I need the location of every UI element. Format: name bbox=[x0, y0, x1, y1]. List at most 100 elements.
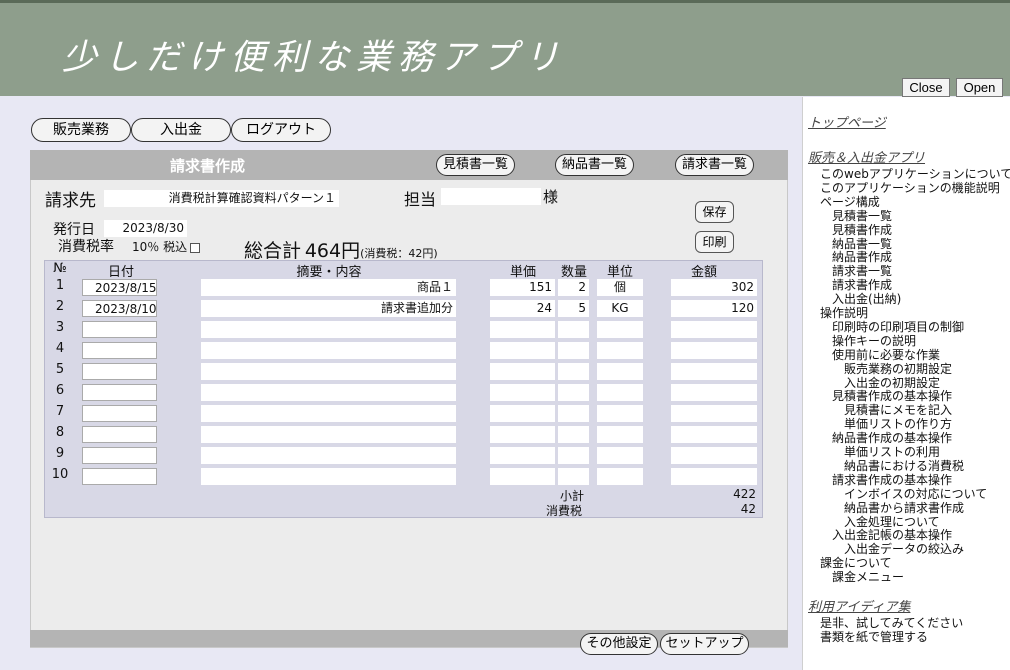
unit-input[interactable] bbox=[597, 384, 643, 401]
app-title: 少しだけ便利な業務アプリ bbox=[62, 38, 567, 78]
unit-input[interactable]: KG bbox=[597, 300, 643, 317]
quantity-input[interactable]: 2 bbox=[558, 279, 589, 296]
date-input[interactable] bbox=[82, 384, 157, 401]
save-button[interactable]: 保存 bbox=[695, 201, 734, 223]
unit-input[interactable] bbox=[597, 447, 643, 464]
date-input[interactable] bbox=[82, 426, 157, 443]
unit-price-input[interactable] bbox=[490, 426, 555, 443]
staff-input[interactable] bbox=[441, 188, 541, 205]
unit-price-input[interactable] bbox=[490, 447, 555, 464]
staff-label: 担当 bbox=[404, 190, 437, 209]
amount-input[interactable] bbox=[671, 447, 757, 464]
description-input[interactable]: 商品１ bbox=[201, 279, 456, 296]
row-number: 3 bbox=[55, 320, 65, 335]
delivery-list-button[interactable]: 納品書一覧 bbox=[555, 154, 634, 176]
date-input[interactable] bbox=[82, 405, 157, 422]
col-header-quantity: 数量 bbox=[560, 265, 587, 280]
unit-price-input[interactable] bbox=[490, 384, 555, 401]
row-number: 6 bbox=[55, 383, 65, 398]
description-input[interactable] bbox=[201, 384, 456, 401]
app-header: 少しだけ便利な業務アプリ bbox=[0, 0, 1010, 96]
unit-input[interactable] bbox=[597, 405, 643, 422]
other-settings-button[interactable]: その他設定 bbox=[580, 633, 658, 655]
description-input[interactable] bbox=[201, 447, 456, 464]
unit-price-input[interactable]: 151 bbox=[490, 279, 555, 296]
payments-button[interactable]: 入出金 bbox=[131, 118, 231, 142]
date-input[interactable] bbox=[82, 321, 157, 338]
quantity-input[interactable] bbox=[558, 342, 589, 359]
quantity-input[interactable] bbox=[558, 405, 589, 422]
tax-rate-text: 10％ 税込 bbox=[132, 240, 188, 254]
sidebar-link[interactable]: 課金メニュー bbox=[832, 568, 904, 585]
amount-input[interactable] bbox=[671, 384, 757, 401]
date-input[interactable] bbox=[82, 363, 157, 380]
unit-input[interactable] bbox=[597, 321, 643, 338]
date-input[interactable] bbox=[82, 468, 157, 485]
logout-button[interactable]: ログアウト bbox=[231, 118, 331, 142]
col-header-amount: 金額 bbox=[690, 265, 717, 280]
open-button[interactable]: Open bbox=[956, 78, 1003, 97]
description-input[interactable] bbox=[201, 342, 456, 359]
quantity-input[interactable] bbox=[558, 384, 589, 401]
row-number: 2 bbox=[55, 299, 65, 314]
unit-input[interactable] bbox=[597, 468, 643, 485]
sales-button[interactable]: 販売業務 bbox=[31, 118, 131, 142]
sidebar-section-ideas[interactable]: 利用アイディア集 bbox=[808, 596, 910, 615]
unit-price-input[interactable] bbox=[490, 321, 555, 338]
recipient-input[interactable]: 消費税計算確認資料パターン１ bbox=[104, 190, 339, 207]
unit-price-input[interactable] bbox=[490, 468, 555, 485]
unit-input[interactable]: 個 bbox=[597, 279, 643, 296]
unit-price-input[interactable] bbox=[490, 405, 555, 422]
estimate-list-button[interactable]: 見積書一覧 bbox=[436, 154, 515, 176]
sidebar-link[interactable]: 書類を紙で管理する bbox=[820, 628, 928, 645]
col-header-unit: 単位 bbox=[606, 265, 633, 280]
quantity-input[interactable] bbox=[558, 468, 589, 485]
amount-input[interactable] bbox=[671, 426, 757, 443]
description-input[interactable] bbox=[201, 405, 456, 422]
quantity-input[interactable] bbox=[558, 447, 589, 464]
date-input[interactable] bbox=[82, 447, 157, 464]
date-input[interactable] bbox=[82, 342, 157, 359]
quantity-input[interactable] bbox=[558, 426, 589, 443]
print-button[interactable]: 印刷 bbox=[695, 231, 734, 253]
unit-price-input[interactable] bbox=[490, 342, 555, 359]
date-input[interactable]: 2023/8/10 bbox=[82, 300, 157, 317]
amount-input[interactable]: 120 bbox=[671, 300, 757, 317]
unit-input[interactable] bbox=[597, 363, 643, 380]
amount-input[interactable] bbox=[671, 342, 757, 359]
description-input[interactable]: 請求書追加分 bbox=[201, 300, 456, 317]
panel-title: 請求書作成 bbox=[170, 157, 246, 175]
sidebar-section-sales-app[interactable]: 販売＆入出金アプリ bbox=[808, 147, 925, 166]
tax-inclusive-checkbox[interactable] bbox=[190, 242, 201, 253]
tax-label: 消費税 bbox=[546, 504, 583, 518]
quantity-input[interactable]: 5 bbox=[558, 300, 589, 317]
quantity-input[interactable] bbox=[558, 363, 589, 380]
unit-input[interactable] bbox=[597, 426, 643, 443]
unit-price-input[interactable]: 24 bbox=[490, 300, 555, 317]
amount-input[interactable] bbox=[671, 363, 757, 380]
row-number: 4 bbox=[55, 341, 65, 356]
invoice-list-button[interactable]: 請求書一覧 bbox=[675, 154, 754, 176]
row-number: 5 bbox=[55, 362, 65, 377]
top-page-link[interactable]: トップページ bbox=[808, 112, 886, 131]
quantity-input[interactable] bbox=[558, 321, 589, 338]
amount-input[interactable] bbox=[671, 405, 757, 422]
row-number: 10 bbox=[51, 467, 69, 482]
amount-input[interactable] bbox=[671, 321, 757, 338]
date-input[interactable]: 2023/8/15 bbox=[82, 279, 157, 296]
recipient-label: 請求先 bbox=[45, 191, 96, 211]
description-input[interactable] bbox=[201, 321, 456, 338]
grand-total-label: 総合計 bbox=[244, 240, 302, 262]
amount-input[interactable] bbox=[671, 468, 757, 485]
subtotal-value: 422 bbox=[733, 487, 756, 501]
amount-input[interactable]: 302 bbox=[671, 279, 757, 296]
description-input[interactable] bbox=[201, 468, 456, 485]
description-input[interactable] bbox=[201, 426, 456, 443]
setup-button[interactable]: セットアップ bbox=[660, 633, 749, 655]
unit-input[interactable] bbox=[597, 342, 643, 359]
close-button[interactable]: Close bbox=[902, 78, 950, 97]
grand-total-value: 464円 bbox=[304, 240, 361, 262]
unit-price-input[interactable] bbox=[490, 363, 555, 380]
description-input[interactable] bbox=[201, 363, 456, 380]
issue-date-input[interactable]: 2023/8/30 bbox=[104, 220, 187, 237]
